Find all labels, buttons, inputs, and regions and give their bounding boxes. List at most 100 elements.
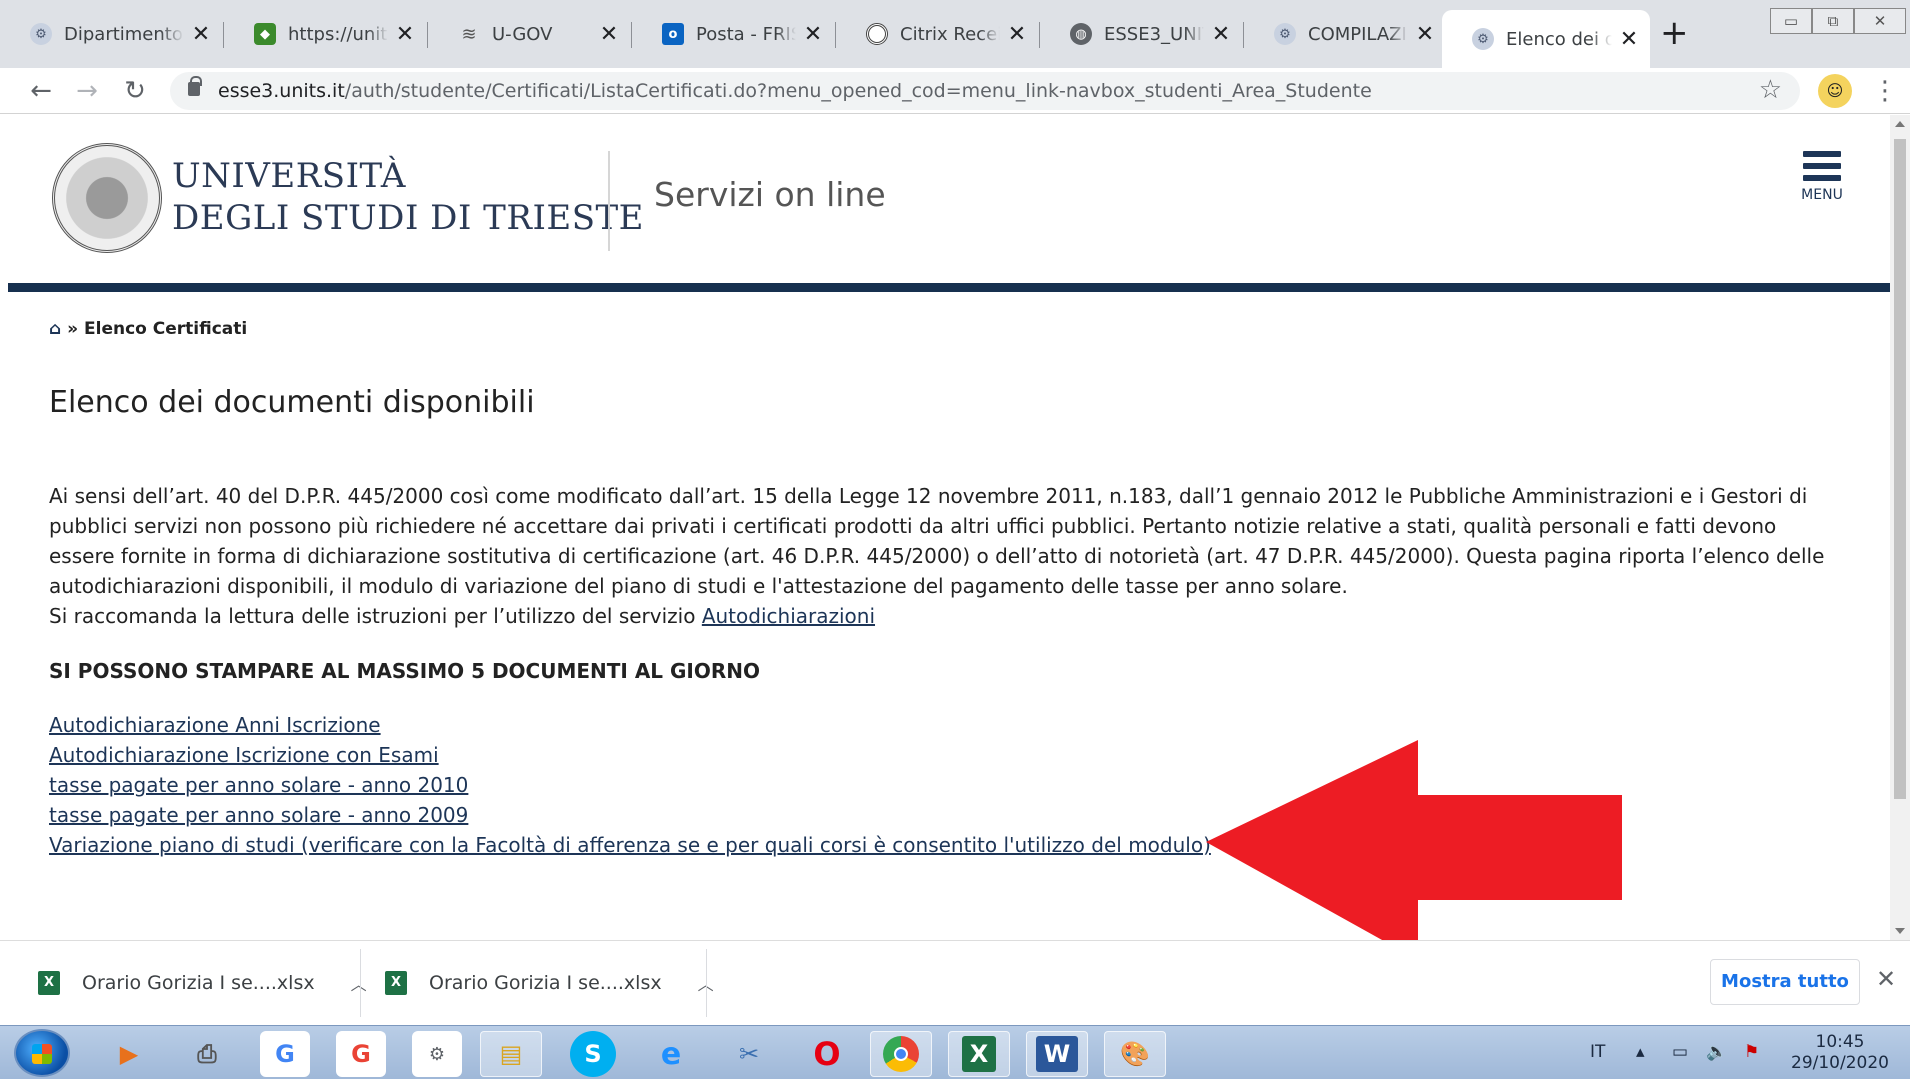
outlook-icon: o [662, 23, 684, 45]
university-seal-logo [52, 143, 162, 253]
home-icon[interactable]: ⌂ [49, 319, 61, 339]
tray-expand-icon[interactable]: ▴ [1636, 1042, 1645, 1062]
doc-link-iscrizione-esami[interactable]: Autodichiarazione Iscrizione con Esami [49, 743, 439, 767]
tab-elenco-active[interactable]: ⚙ Elenco dei do ✕ [1442, 10, 1650, 68]
breadcrumb-current: Elenco Certificati [84, 319, 248, 339]
opera-icon[interactable]: O [796, 1031, 858, 1077]
close-icon[interactable]: ✕ [1876, 965, 1896, 993]
scroll-down-arrow-icon[interactable] [1895, 928, 1905, 934]
profile-avatar[interactable]: ☺ [1818, 74, 1852, 108]
close-icon[interactable]: ✕ [190, 22, 212, 47]
language-indicator[interactable]: IT [1590, 1042, 1605, 1062]
word-icon[interactable]: W [1026, 1031, 1088, 1077]
menu-button[interactable]: MENU [1798, 151, 1846, 203]
list-item: tasse pagate per anno solare - anno 2010 [49, 770, 1211, 800]
file-explorer-icon[interactable]: ▤ [480, 1031, 542, 1077]
hamburger-bar [1803, 175, 1841, 181]
browser-toolbar: ← → ↻ esse3.units.it/auth/studente/Certi… [0, 68, 1910, 114]
app-icon[interactable]: ⚙ [412, 1031, 462, 1077]
show-all-downloads-button[interactable]: Mostra tutto [1710, 959, 1860, 1005]
scroll-thumb[interactable] [1894, 139, 1906, 799]
chevron-up-icon[interactable]: ︿ [351, 971, 367, 995]
clock-date: 29/10/2020 [1791, 1053, 1889, 1073]
tab-compilazione[interactable]: ⚙ COMPILAZIO ✕ [1244, 12, 1446, 56]
citrix-icon [866, 23, 888, 45]
tab-bar: ⚙ Dipartimento ✕ ◆ https://units.p ✕ ≋ U… [0, 0, 1910, 68]
start-button[interactable] [14, 1029, 70, 1077]
breadcrumb-separator: » [67, 319, 79, 339]
doc-link-variazione-piano[interactable]: Variazione piano di studi (verificare co… [49, 833, 1211, 857]
intro-paragraph: Ai sensi dell’art. 40 del D.P.R. 445/200… [49, 484, 1825, 598]
close-icon[interactable]: ✕ [394, 22, 416, 47]
tab-units[interactable]: ◆ https://units.p ✕ [224, 12, 426, 56]
download-filename: Orario Gorizia I se....xlsx [429, 972, 662, 994]
page-viewport: UNIVERSITÀ DEGLI STUDI DI TRIESTE Serviz… [0, 115, 1890, 940]
doc-link-tasse-2010[interactable]: tasse pagate per anno solare - anno 2010 [49, 773, 468, 797]
tab-ugov[interactable]: ≋ U-GOV ✕ [428, 12, 630, 56]
close-icon[interactable]: ✕ [1006, 22, 1028, 47]
list-item: tasse pagate per anno solare - anno 2009 [49, 800, 1211, 830]
scroll-up-arrow-icon[interactable] [1895, 121, 1905, 127]
university-name[interactable]: UNIVERSITÀ DEGLI STUDI DI TRIESTE [172, 155, 644, 239]
hamburger-icon [1803, 151, 1841, 157]
services-title: Servizi on line [654, 175, 886, 214]
internet-explorer-icon[interactable]: e [640, 1031, 702, 1077]
snipping-tool-icon[interactable]: ✂ [718, 1031, 780, 1077]
download-item-2[interactable]: X Orario Gorizia I se....xlsx ︿ [385, 955, 714, 1011]
download-filename: Orario Gorizia I se....xlsx [82, 972, 315, 994]
close-icon[interactable]: ✕ [1414, 22, 1436, 47]
autodichiarazioni-link[interactable]: Autodichiarazioni [702, 604, 875, 628]
minimize-button[interactable]: ▭ [1770, 8, 1812, 34]
google-icon[interactable]: G [260, 1031, 310, 1077]
media-player-icon[interactable]: ▶ [98, 1031, 160, 1077]
close-window-button[interactable]: ✕ [1854, 8, 1906, 34]
download-item-1[interactable]: X Orario Gorizia I se....xlsx ︿ [38, 955, 367, 1011]
tab-title: Elenco dei do [1506, 28, 1612, 50]
browser-menu-icon[interactable]: ⋮ [1872, 74, 1898, 108]
new-tab-button[interactable]: + [1660, 16, 1689, 50]
network-icon[interactable]: ▭ [1672, 1042, 1688, 1062]
address-bar[interactable]: esse3.units.it/auth/studente/Certificati… [170, 72, 1800, 110]
forward-button[interactable]: → [72, 76, 102, 106]
header-divider [608, 151, 610, 251]
action-center-flag-icon[interactable]: ⚑ [1744, 1042, 1759, 1062]
close-icon[interactable]: ✕ [802, 22, 824, 47]
gear-icon: ⚙ [1274, 23, 1296, 45]
skype-icon[interactable]: S [570, 1031, 616, 1077]
site-header: UNIVERSITÀ DEGLI STUDI DI TRIESTE Serviz… [8, 115, 1890, 285]
tab-dipartimento[interactable]: ⚙ Dipartimento ✕ [0, 12, 222, 56]
url-text: esse3.units.it/auth/studente/Certificati… [218, 80, 1372, 102]
windows-taskbar: ▶ ⎙ G G ⚙ ▤ S e ✂ O X W 🎨 IT ▴ ▭ 🔈 ⚑ 10:… [0, 1025, 1910, 1079]
google-icon[interactable]: G [336, 1031, 386, 1077]
printer-icon[interactable]: ⎙ [176, 1031, 238, 1077]
excel-file-icon: X [38, 971, 60, 995]
university-name-line2: DEGLI STUDI DI TRIESTE [172, 198, 644, 238]
doc-link-tasse-2009[interactable]: tasse pagate per anno solare - anno 2009 [49, 803, 468, 827]
reload-button[interactable]: ↻ [120, 76, 150, 106]
doc-link-anni-iscrizione[interactable]: Autodichiarazione Anni Iscrizione [49, 713, 381, 737]
menu-label: MENU [1801, 187, 1843, 203]
close-icon[interactable]: ✕ [598, 22, 620, 47]
download-separator [706, 949, 707, 1017]
tab-posta[interactable]: o Posta - FRISA ✕ [632, 12, 834, 56]
list-item: Autodichiarazione Iscrizione con Esami [49, 740, 1211, 770]
close-icon[interactable]: ✕ [1210, 22, 1232, 47]
chrome-icon[interactable] [870, 1031, 932, 1077]
puzzle-icon: ◆ [254, 23, 276, 45]
excel-icon[interactable]: X [948, 1031, 1010, 1077]
bookmark-star-icon[interactable]: ☆ [1759, 75, 1782, 105]
restore-button[interactable]: ⧉ [1812, 8, 1854, 34]
tab-esse3[interactable]: ◍ ESSE3_UNITS ✕ [1040, 12, 1242, 56]
tab-title: Citrix Receive [900, 23, 1000, 45]
back-button[interactable]: ← [26, 76, 56, 106]
paint-icon[interactable]: 🎨 [1104, 1031, 1166, 1077]
close-icon[interactable]: ✕ [1618, 27, 1640, 52]
document-list: Autodichiarazione Anni Iscrizione Autodi… [49, 710, 1211, 860]
system-clock[interactable]: 10:45 29/10/2020 [1780, 1032, 1900, 1074]
breadcrumb: ⌂ » Elenco Certificati [49, 319, 247, 339]
volume-icon[interactable]: 🔈 [1706, 1042, 1727, 1062]
tab-citrix[interactable]: Citrix Receive ✕ [836, 12, 1038, 56]
page-scrollbar[interactable] [1890, 115, 1910, 940]
tab-title: Posta - FRISA [696, 23, 796, 45]
excel-file-icon: X [385, 971, 407, 995]
